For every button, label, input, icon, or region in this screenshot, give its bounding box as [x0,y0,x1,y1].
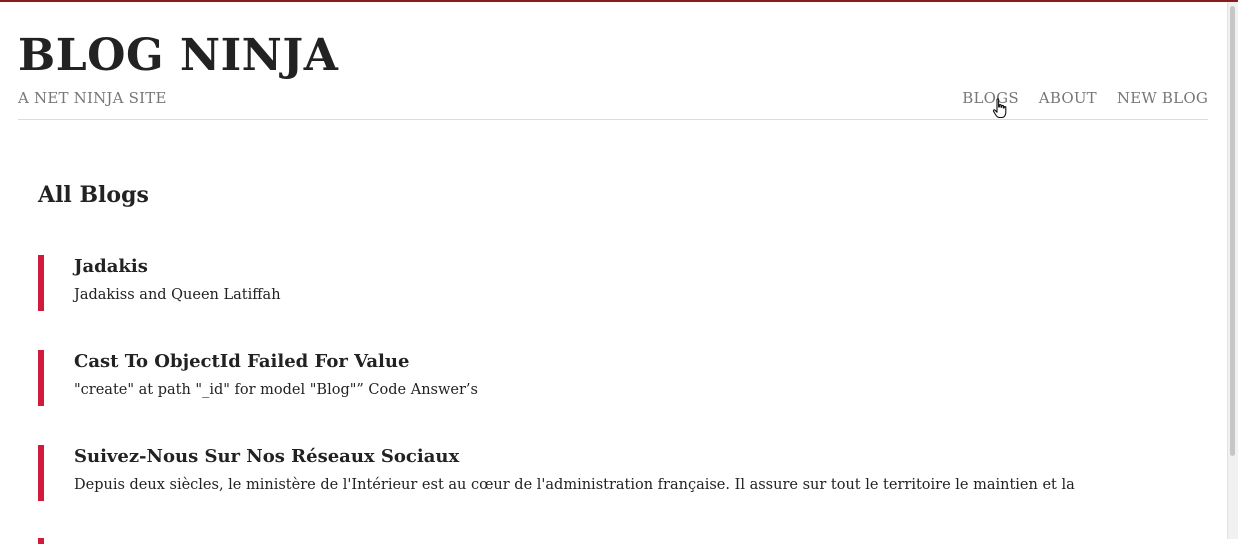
blog-item[interactable]: Cast To ObjectId Failed For Value "creat… [38,350,1188,406]
blog-title[interactable]: Suivez-Nous Sur Nos Réseaux Sociaux [74,445,459,469]
hand-pointer-icon [992,98,1007,119]
vertical-scrollbar[interactable] [1227,2,1238,539]
blog-title[interactable]: Cast To ObjectId Failed For Value [74,350,409,374]
scrollbar-thumb[interactable] [1230,6,1235,456]
site-title[interactable]: BLOG NINJA [18,29,338,83]
site-header: BLOG NINJA A NET NINJA SITE BLOGS ABOUT … [18,2,1208,120]
blog-list-section: All Blogs Jadakis Jadakiss and Queen Lat… [38,180,1188,544]
blog-snippet: Depuis deux siècles, le ministère de l'I… [74,477,1075,493]
site-subtitle: A NET NINJA SITE [18,89,167,107]
nav-link-about[interactable]: ABOUT [1039,89,1097,107]
blog-title[interactable]: Jadakis [74,255,148,279]
blog-item[interactable]: Jadakis Jadakiss and Queen Latiffah [38,255,1188,311]
blog-snippet: Jadakiss and Queen Latiffah [74,287,281,303]
nav-link-blogs[interactable]: BLOGS [962,89,1019,107]
nav-link-new-blog[interactable]: NEW BLOG [1117,89,1208,107]
blog-item[interactable]: Suivez-Nous Sur Nos Réseaux Sociaux Depu… [38,445,1188,501]
page: BLOG NINJA A NET NINJA SITE BLOGS ABOUT … [0,2,1228,544]
page-heading: All Blogs [38,182,149,208]
blog-snippet: "create" at path "_id" for model "Blog"”… [74,382,478,398]
